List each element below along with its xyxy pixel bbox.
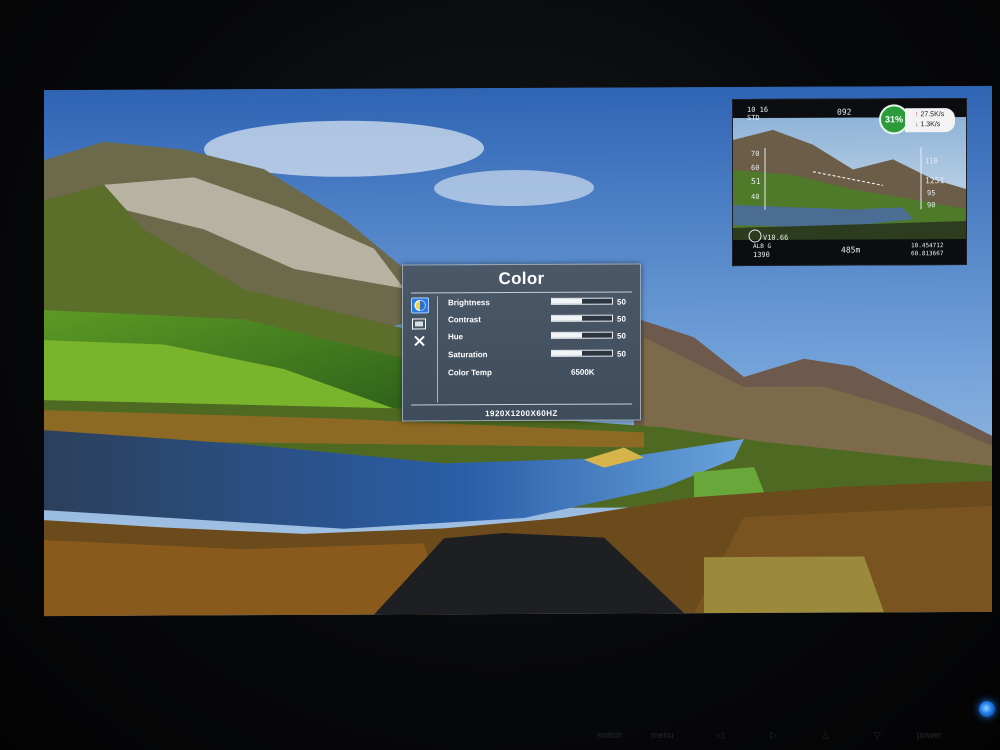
network-speed-panel: ↑ 27.5K/s ↓ 1.3K/s bbox=[905, 108, 955, 133]
right-button[interactable]: ▷ bbox=[770, 730, 777, 741]
pip-time: 10 16 bbox=[747, 105, 769, 115]
left-scale-3: 51 bbox=[751, 176, 761, 186]
color-temp-label: Color Temp bbox=[448, 368, 492, 378]
right-scale-4: 90 bbox=[927, 201, 936, 210]
pip-longitude: 10.454712 bbox=[911, 242, 944, 250]
menu-button[interactable]: menu bbox=[651, 730, 674, 740]
pip-window: 10 16 STD 092 31% ↑ 27.5K/s ↓ 1.3K/s 70 … bbox=[732, 98, 967, 267]
power-button-label[interactable]: power bbox=[917, 730, 942, 740]
download-arrow-icon: ↓ bbox=[915, 121, 919, 129]
color-icon[interactable] bbox=[411, 297, 429, 314]
osd-menu[interactable]: Color Brightness 50 Contrast 50 Hue 50 S… bbox=[402, 263, 641, 422]
osd-title: Color bbox=[498, 268, 545, 289]
right-scale-1: 110 bbox=[925, 157, 938, 166]
up-button[interactable]: △ bbox=[822, 730, 829, 741]
brightness-slider[interactable] bbox=[551, 297, 613, 305]
pip-voltage: V10.66 bbox=[763, 233, 789, 242]
left-scale-2: 60 bbox=[751, 163, 760, 172]
down-button[interactable]: ▽ bbox=[874, 730, 881, 741]
switch-button[interactable]: switch bbox=[597, 730, 622, 740]
pip-distance: 485m bbox=[841, 245, 861, 255]
hue-slider[interactable] bbox=[551, 331, 613, 339]
monitor-screen: Color Brightness 50 Contrast 50 Hue 50 S… bbox=[44, 85, 992, 617]
power-led-icon[interactable] bbox=[979, 701, 995, 717]
upload-speed: 27.5K/s bbox=[920, 111, 945, 119]
right-scale-3: 95 bbox=[927, 189, 936, 198]
upload-arrow-icon: ↑ bbox=[915, 111, 919, 119]
hue-label: Hue bbox=[448, 332, 464, 342]
right-scale-2: 1251 bbox=[925, 176, 945, 186]
left-scale-1: 70 bbox=[751, 149, 760, 158]
color-temp-value[interactable]: 6500K bbox=[571, 368, 595, 377]
saturation-value: 50 bbox=[617, 349, 626, 359]
pip-altitude: 1390 bbox=[753, 250, 770, 259]
saturation-label: Saturation bbox=[448, 350, 488, 360]
tools-icon[interactable] bbox=[411, 333, 427, 347]
picture-icon[interactable] bbox=[411, 316, 427, 330]
pip-mode: STD bbox=[747, 113, 760, 123]
download-speed: 1.3K/s bbox=[920, 121, 941, 129]
brightness-value: 50 bbox=[617, 297, 626, 307]
brightness-label: Brightness bbox=[448, 298, 490, 308]
left-button[interactable]: ◁ bbox=[717, 730, 724, 741]
pip-latitude: 60.813667 bbox=[911, 250, 944, 258]
resolution-info: 1920X1200X60HZ bbox=[485, 408, 558, 419]
contrast-slider[interactable] bbox=[551, 314, 613, 322]
contrast-value: 50 bbox=[617, 314, 626, 324]
osd-bottom-divider bbox=[411, 403, 632, 406]
osd-category-icons bbox=[411, 297, 431, 350]
osd-top-divider bbox=[411, 291, 632, 294]
osd-menu-divider bbox=[437, 296, 438, 403]
hue-value: 50 bbox=[617, 331, 626, 341]
saturation-slider[interactable] bbox=[551, 349, 613, 357]
contrast-label: Contrast bbox=[448, 315, 481, 325]
pip-altitude-label: ALB G bbox=[753, 242, 772, 250]
left-scale-4: 40 bbox=[751, 192, 760, 201]
pip-heading: 092 bbox=[837, 107, 852, 117]
